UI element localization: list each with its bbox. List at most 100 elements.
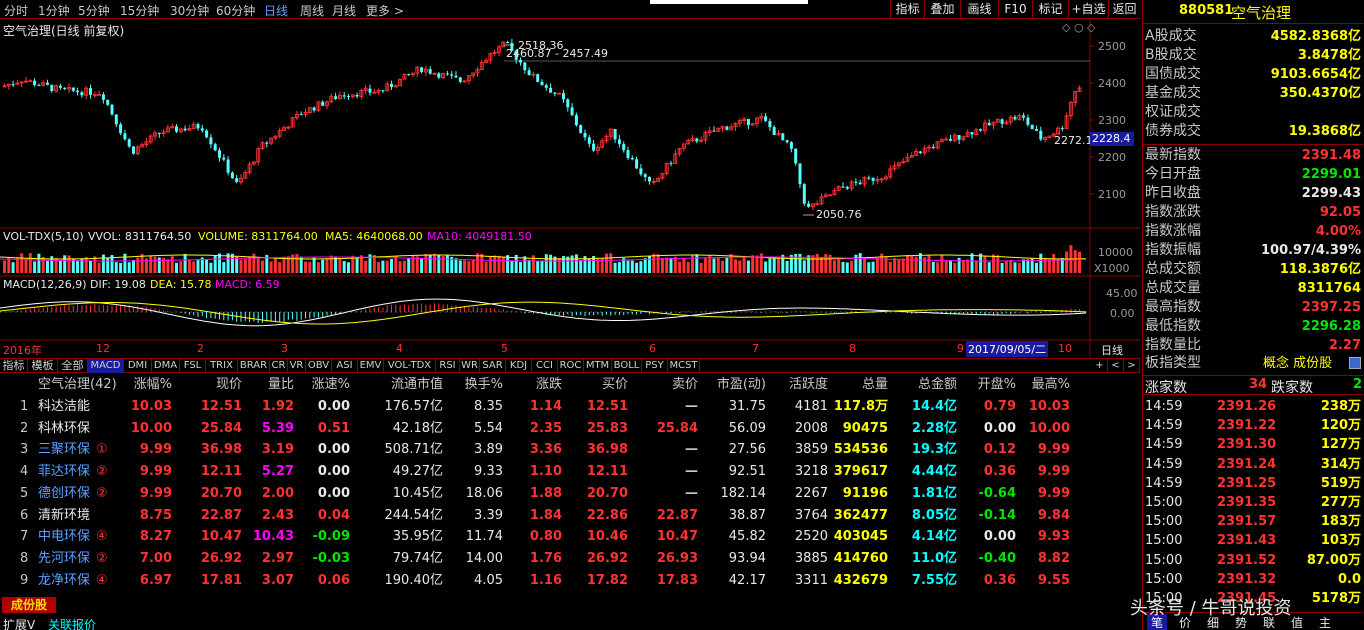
right-tab[interactable]: 主: [1319, 614, 1331, 630]
tab-template[interactable]: 模板: [28, 359, 58, 373]
period-fenshi[interactable]: 分时: [4, 2, 28, 19]
input-box[interactable]: [650, 0, 808, 4]
table-row[interactable]: 1 科达洁能 10.03 12.51 1.92 0.00 176.57亿 8.35 1.14 12…: [0, 396, 1128, 418]
period-1min[interactable]: 1分钟: [38, 2, 70, 19]
column-header[interactable]: 活跃度: [789, 374, 828, 396]
tab-add[interactable]: +: [1092, 359, 1108, 373]
date-label: 2: [197, 342, 204, 355]
macd-bar: [180, 312, 182, 313]
period-30min[interactable]: 30分钟: [170, 2, 209, 19]
macd-bar: [644, 312, 646, 313]
tab-macd[interactable]: MACD: [88, 359, 124, 373]
y-tick: 2300: [1098, 114, 1126, 127]
overlay-button[interactable]: 叠加: [924, 0, 960, 19]
tab-vol-tdx[interactable]: VOL-TDX: [384, 359, 436, 373]
period-monthly[interactable]: 月线: [332, 2, 356, 19]
column-header[interactable]: 卖价: [672, 374, 698, 396]
mark-button[interactable]: 标记: [1032, 0, 1068, 19]
grid-icon[interactable]: [1349, 357, 1361, 369]
tab-wr[interactable]: WR: [460, 359, 480, 373]
f10-button[interactable]: F10: [998, 0, 1032, 19]
candle-body: [450, 74, 454, 76]
tab-brar[interactable]: BRAR: [238, 359, 270, 373]
tab-asi[interactable]: ASI: [332, 359, 358, 373]
kline-chart-panel[interactable]: 空气治理(日线 前复权) ◇ ○ ◇ 2518.36 2460.87 - 245…: [0, 19, 1140, 358]
indicator-button[interactable]: 指标: [890, 0, 924, 19]
add-watchlist-button[interactable]: +自选: [1068, 0, 1108, 19]
tab-indicator[interactable]: 指标: [0, 359, 28, 373]
table-row[interactable]: 7 中电环保 ④ 8.27 10.47 10.43 -0.09 35.95亿 11.74 0.80…: [0, 526, 1128, 548]
tab-next[interactable]: >: [1124, 359, 1140, 373]
period-15min[interactable]: 15分钟: [120, 2, 159, 19]
tab-sar[interactable]: SAR: [480, 359, 506, 373]
table-row[interactable]: 9 龙净环保 ④ 6.97 17.81 3.07 0.06 190.40亿 4.05 1.16 17…: [0, 570, 1128, 592]
tab-mcst[interactable]: MCST: [668, 359, 700, 373]
table-row[interactable]: 2 科林环保 10.00 25.84 5.39 0.51 42.18亿 5.54 2.35 25.…: [0, 418, 1128, 440]
tab-obv[interactable]: OBV: [306, 359, 332, 373]
quote-row: 总成交量 8311764: [1143, 279, 1363, 298]
column-header[interactable]: 总量: [862, 374, 888, 396]
column-header[interactable]: 量比: [268, 374, 294, 396]
column-header[interactable]: 最高%: [1032, 374, 1070, 396]
period-weekly[interactable]: 周线: [300, 2, 324, 19]
volume-bar: [316, 262, 320, 273]
table-cell: 534536: [833, 442, 888, 458]
quote-row: 最高指数 2397.25: [1143, 298, 1363, 317]
column-header[interactable]: 总金额: [918, 374, 957, 396]
table-row[interactable]: 8 先河环保 ② 7.00 26.92 2.97 -0.03 79.74亿 14.00 1.76 2…: [0, 548, 1128, 570]
kline-chart-svg[interactable]: [0, 19, 1140, 358]
date-label: 10: [1058, 342, 1072, 355]
draw-button[interactable]: 画线: [960, 0, 998, 19]
tab-rsi[interactable]: RSI: [436, 359, 460, 373]
tab-prev[interactable]: <: [1108, 359, 1124, 373]
period-more[interactable]: 更多 >: [366, 2, 404, 19]
table-row[interactable]: 4 菲达环保 ② 9.99 12.11 5.27 0.00 49.27亿 9.33 1.10 12.…: [0, 461, 1128, 483]
tab-cci[interactable]: CCI: [532, 359, 558, 373]
tick-list[interactable]: 14:59 2391.26 238万 14:59 2391.22 120万 14:59 239…: [1143, 397, 1363, 609]
macd-bar: [1010, 312, 1012, 314]
period-60min[interactable]: 60分钟: [216, 2, 255, 19]
column-header[interactable]: 现价: [216, 374, 242, 396]
macd-bar: [429, 304, 431, 312]
column-header[interactable]: 换手%: [465, 374, 503, 396]
column-header[interactable]: 空气治理(42): [38, 374, 117, 396]
expand-button[interactable]: 扩展V: [3, 616, 35, 630]
table-row[interactable]: 3 三聚环保 ① 9.99 36.98 3.19 0.00 508.71亿 3.89 3.36 36…: [0, 439, 1128, 461]
tab-kdj[interactable]: KDJ: [506, 359, 532, 373]
tab-emv[interactable]: EMV: [358, 359, 384, 373]
tab-psy[interactable]: PSY: [642, 359, 668, 373]
tab-trix[interactable]: TRIX: [206, 359, 238, 373]
tab-vr[interactable]: VR: [288, 359, 306, 373]
table-row[interactable]: 5 德创环保 ② 9.99 20.70 2.00 0.00 10.45亿 18.06 1.88 20…: [0, 483, 1128, 505]
date-label: 7: [752, 342, 759, 355]
candle-body: [639, 168, 643, 175]
tab-fsl[interactable]: FSL: [180, 359, 206, 373]
tab-roc[interactable]: ROC: [558, 359, 584, 373]
table-cell: 3.89: [474, 442, 503, 458]
column-header[interactable]: 涨跌: [536, 374, 562, 396]
tab-cr[interactable]: CR: [270, 359, 288, 373]
chart-option-icons[interactable]: ◇ ○ ◇: [1062, 21, 1096, 34]
tab-boll[interactable]: BOLL: [612, 359, 642, 373]
tab-dma[interactable]: DMA: [152, 359, 180, 373]
column-header[interactable]: 流通市值: [391, 374, 443, 396]
related-quote-link[interactable]: 关联报价: [48, 616, 96, 630]
tab-mtm[interactable]: MTM: [584, 359, 612, 373]
column-header[interactable]: 涨幅%: [134, 374, 172, 396]
column-header[interactable]: 买价: [602, 374, 628, 396]
constituent-badge[interactable]: 成份股: [2, 597, 56, 613]
vol-indicator-name[interactable]: VOL-TDX(5,10): [3, 230, 84, 243]
period-5min[interactable]: 5分钟: [78, 2, 110, 19]
index-name: 空气治理: [1231, 4, 1292, 22]
volume-bar: [218, 253, 221, 273]
tab-all[interactable]: 全部: [58, 359, 88, 373]
column-header[interactable]: 市盈(动): [717, 374, 766, 396]
macd-indicator-name[interactable]: MACD(12,26,9): [3, 278, 87, 291]
period-daily[interactable]: 日线: [264, 2, 288, 19]
table-row[interactable]: 6 清新环境 8.75 22.87 2.43 0.04 244.54亿 3.39 1.84 22.…: [0, 505, 1128, 527]
tab-dmi[interactable]: DMI: [124, 359, 152, 373]
right-tab[interactable]: 值: [1291, 614, 1303, 630]
column-header[interactable]: 涨速%: [312, 374, 350, 396]
back-button[interactable]: 返回: [1108, 0, 1140, 19]
column-header[interactable]: 开盘%: [978, 374, 1016, 396]
